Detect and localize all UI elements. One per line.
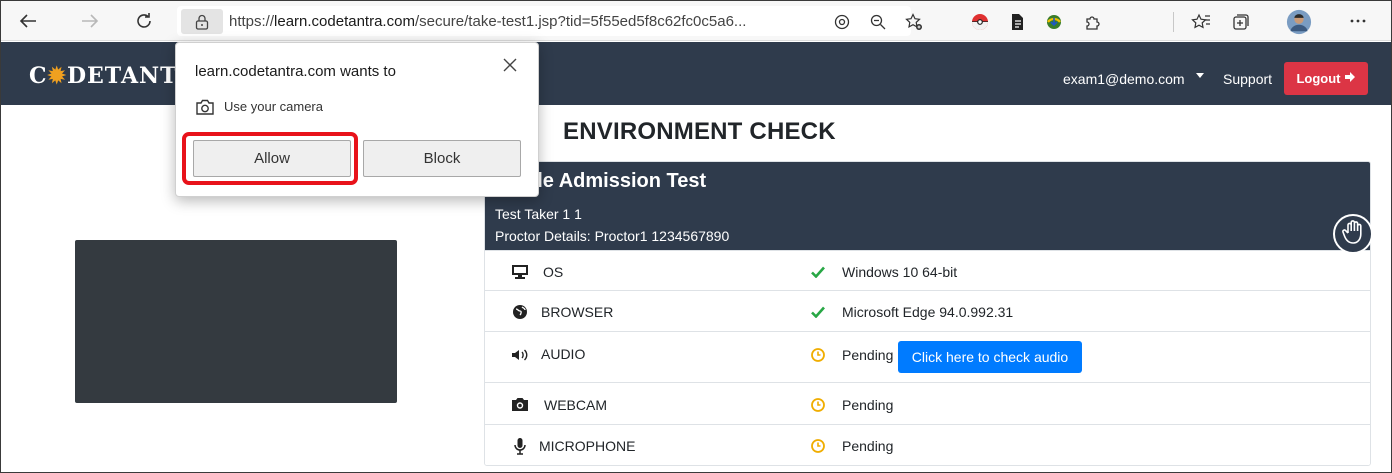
- url-scheme: https://: [229, 13, 275, 30]
- pending-clock-icon: [810, 347, 826, 363]
- microphone-icon: [509, 436, 531, 456]
- zoom-out-icon[interactable]: [865, 9, 891, 35]
- close-icon[interactable]: [498, 53, 522, 77]
- favorites-icon[interactable]: [1188, 9, 1214, 35]
- logo-text: DETANT: [66, 63, 178, 89]
- url-text[interactable]: https://learn.codetantra.com/secure/take…: [229, 13, 746, 30]
- monitor-icon: [509, 262, 531, 282]
- sign-out-icon: [1344, 71, 1356, 86]
- browser-window: https://learn.codetantra.com/secure/take…: [0, 0, 1392, 473]
- more-menu-icon[interactable]: [1343, 7, 1373, 35]
- back-icon[interactable]: [13, 7, 43, 35]
- check-mark-icon: [810, 264, 826, 280]
- user-email-dropdown[interactable]: exam1@demo.com: [1063, 71, 1185, 87]
- popup-title: learn.codetantra.com wants to: [195, 63, 396, 80]
- webcam-preview: [75, 240, 397, 403]
- logo-gear-icon: ✹: [47, 63, 67, 89]
- refresh-icon[interactable]: [129, 7, 159, 35]
- download-manager-extension-icon[interactable]: [1041, 9, 1067, 35]
- check-value: Pending: [842, 438, 894, 454]
- pokeball-extension-icon[interactable]: [967, 9, 993, 35]
- check-label: AUDIO: [541, 346, 586, 362]
- camera-permission-popup: learn.codetantra.com wants to Use your c…: [175, 42, 539, 197]
- test-header: ple Admission Test Test Taker 1 1 Procto…: [485, 162, 1370, 250]
- check-row-browser: BROWSER Microsoft Edge 94.0.992.31: [485, 290, 1370, 331]
- pending-clock-icon: [810, 397, 826, 413]
- permission-text: Use your camera: [224, 99, 323, 114]
- toolbar-separator: [1173, 12, 1174, 32]
- camera-icon: [509, 394, 531, 414]
- logout-label: Logout: [1296, 71, 1341, 86]
- support-link[interactable]: Support: [1223, 71, 1272, 87]
- pending-clock-icon: [810, 438, 826, 454]
- forward-icon[interactable]: [75, 7, 105, 35]
- camera-outline-icon: [195, 98, 215, 116]
- url-host: learn.codetantra.com: [274, 13, 415, 30]
- test-name: ple Admission Test: [525, 170, 707, 192]
- globe-icon: [509, 302, 531, 322]
- hand-icon: [1341, 219, 1365, 250]
- allow-button[interactable]: Allow: [193, 140, 351, 177]
- check-row-audio: AUDIO Pending Click here to check audio: [485, 331, 1370, 382]
- browser-toolbar: https://learn.codetantra.com/secure/take…: [1, 1, 1391, 41]
- codetantra-logo[interactable]: C✹DETANT: [29, 64, 178, 88]
- test-taker-name: Test Taker 1 1: [495, 206, 582, 222]
- lock-icon[interactable]: [181, 9, 223, 34]
- check-row-webcam: WEBCAM Pending: [485, 382, 1370, 424]
- check-value: Microsoft Edge 94.0.992.31: [842, 304, 1014, 320]
- block-button[interactable]: Block: [363, 140, 521, 177]
- check-row-microphone: MICROPHONE Pending: [485, 424, 1370, 465]
- add-favorite-icon[interactable]: [901, 9, 927, 35]
- check-row-os: OS Windows 10 64-bit: [485, 250, 1370, 290]
- check-label: OS: [543, 264, 564, 280]
- check-audio-button[interactable]: Click here to check audio: [898, 341, 1082, 373]
- raise-hand-button[interactable]: [1333, 214, 1373, 254]
- speaker-icon: [509, 345, 531, 365]
- proctor-details: Proctor Details: Proctor1 1234567890: [495, 228, 730, 244]
- logout-button[interactable]: Logout: [1284, 62, 1368, 95]
- check-mark-icon: [810, 304, 826, 320]
- check-value: Windows 10 64-bit: [842, 264, 958, 280]
- check-value: Pending: [842, 397, 894, 413]
- check-label: BROWSER: [541, 304, 614, 320]
- environment-check-card: ple Admission Test Test Taker 1 1 Procto…: [484, 161, 1371, 466]
- camera-permission-icon[interactable]: [829, 9, 855, 35]
- check-label: MICROPHONE: [539, 438, 636, 454]
- profile-avatar[interactable]: [1286, 9, 1312, 35]
- logo-letter: C: [29, 63, 48, 89]
- check-label: WEBCAM: [544, 397, 607, 413]
- url-path: /secure/take-test1.jsp?tid=5f55ed5f8c62f…: [414, 13, 747, 30]
- chevron-down-icon[interactable]: [1196, 73, 1204, 78]
- check-value: Pending: [842, 347, 894, 363]
- collections-icon[interactable]: [1228, 9, 1254, 35]
- page-title: ENVIRONMENT CHECK: [563, 118, 836, 145]
- extensions-puzzle-icon[interactable]: [1080, 9, 1106, 35]
- document-extension-icon[interactable]: [1005, 9, 1031, 35]
